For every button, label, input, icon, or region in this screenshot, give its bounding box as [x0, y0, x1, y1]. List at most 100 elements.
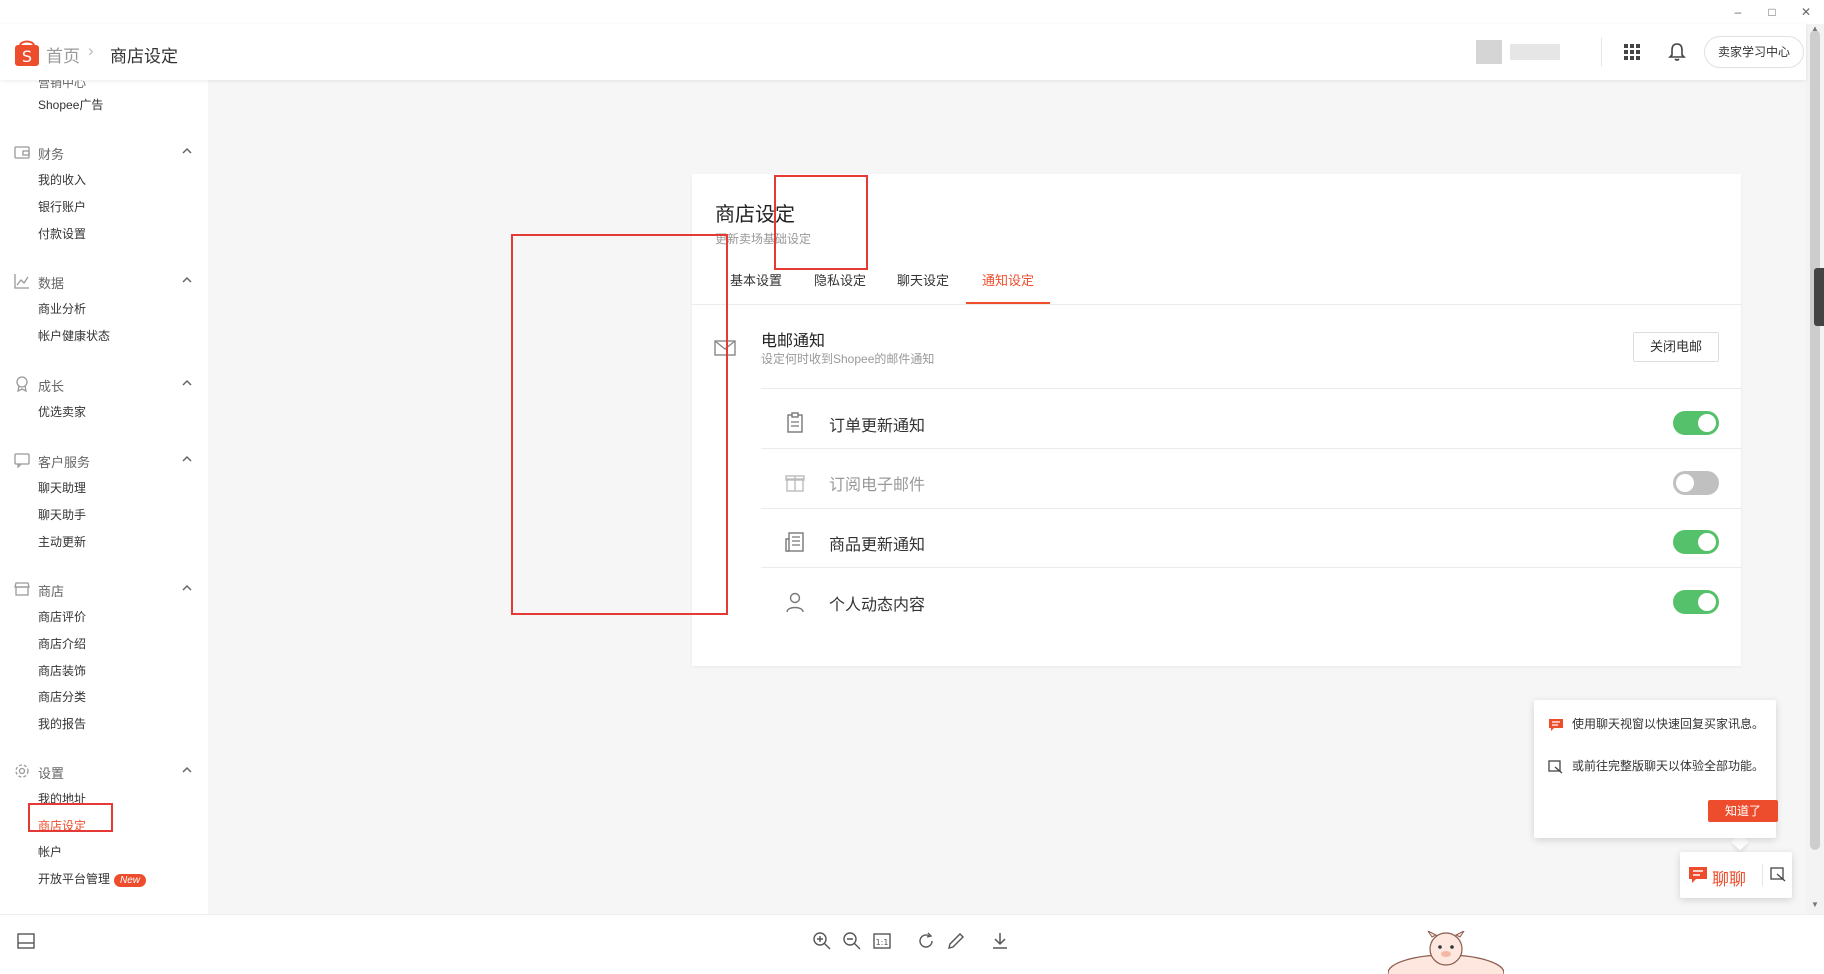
- chat-launcher[interactable]: 聊聊: [1680, 852, 1792, 898]
- subscribe-email-toggle[interactable]: [1673, 471, 1719, 495]
- scroll-down-icon[interactable]: ▼: [1810, 900, 1820, 909]
- top-header: S 首页 › 商店设定 卖家学习中心: [0, 24, 1806, 80]
- tab-chat-settings[interactable]: 聊天设定: [897, 270, 949, 289]
- chevron-up-icon[interactable]: [180, 273, 194, 287]
- personal-feed-toggle[interactable]: [1673, 590, 1719, 614]
- sidebar-section-finance[interactable]: 财务: [14, 142, 194, 162]
- chevron-up-icon[interactable]: [180, 763, 194, 777]
- sidebar-item-business-insights[interactable]: 商业分析: [38, 300, 86, 317]
- page-title: 商店设定: [715, 204, 795, 226]
- email-notification-subtitle: 设定何时收到Shopee的邮件通知: [761, 352, 935, 366]
- order-update-label: 订单更新通知: [829, 418, 926, 435]
- scrollbar-thumb[interactable]: [1810, 30, 1820, 850]
- toggle-knob: [1698, 593, 1716, 611]
- sidebar-item-open-platform[interactable]: 开放平台管理 New: [38, 870, 147, 887]
- panel-toggle-icon[interactable]: [16, 931, 36, 951]
- breadcrumb-home[interactable]: 首页: [46, 42, 80, 67]
- product-update-toggle[interactable]: [1673, 530, 1719, 554]
- tab-notification-settings[interactable]: 通知设定: [982, 270, 1034, 289]
- svg-text:S: S: [22, 47, 32, 66]
- toggle-knob: [1676, 474, 1694, 492]
- mascot-illustration: [1388, 931, 1504, 974]
- sidebar-item-my-address[interactable]: 我的地址: [38, 790, 86, 807]
- download-icon[interactable]: [990, 931, 1010, 951]
- chat-tip-line-1: 使用聊天视窗以快速回复买家讯息。: [1572, 717, 1765, 731]
- sidebar-item-shop-profile[interactable]: 商店介绍: [38, 635, 86, 652]
- chevron-up-icon[interactable]: [180, 144, 194, 158]
- toggle-knob: [1698, 414, 1716, 432]
- sidebar-section-settings[interactable]: 设置: [14, 761, 194, 781]
- shop-icon: [14, 582, 30, 596]
- sidebar-item-preferred-seller[interactable]: 优选卖家: [38, 403, 86, 420]
- chevron-up-icon[interactable]: [180, 376, 194, 390]
- minimize-icon[interactable]: –: [1730, 4, 1746, 20]
- shop-settings-card: 商店设定 更新卖场基础设定 基本设置 隐私设定 聊天设定 通知设定 电邮通知 设…: [692, 174, 1741, 666]
- sidebar-item-shopee-ads[interactable]: Shopee广告: [38, 96, 103, 113]
- maximize-icon[interactable]: □: [1764, 4, 1780, 20]
- sidebar-item-chat-assistant[interactable]: 聊天助理: [38, 479, 86, 496]
- wallet-icon: [14, 146, 30, 159]
- chat-bubble-icon: [1689, 867, 1707, 883]
- sidebar-item-shop-decoration[interactable]: 商店装饰: [38, 662, 86, 679]
- sidebar-section-label: 成长: [38, 379, 65, 394]
- sidebar-item-payment-settings[interactable]: 付款设置: [38, 225, 86, 242]
- sidebar-section-data[interactable]: 数据: [14, 271, 194, 291]
- chat-tip-line-2: 或前往完整版聊天以体验全部功能。: [1572, 759, 1765, 773]
- chat-bar-divider: [1762, 864, 1763, 886]
- user-name-blurred[interactable]: [1510, 44, 1560, 60]
- medal-icon: [16, 376, 28, 392]
- sidebar-item-shop-settings[interactable]: 商店设定: [38, 817, 86, 834]
- scroll-up-icon[interactable]: ▲: [1810, 24, 1820, 33]
- sidebar-item-account-health[interactable]: 帐户健康状态: [38, 327, 110, 344]
- breadcrumb-current: 商店设定: [110, 47, 178, 66]
- avatar[interactable]: [1476, 40, 1502, 64]
- row-divider: [761, 567, 1741, 568]
- zoom-in-icon[interactable]: [812, 931, 832, 951]
- tab-privacy-settings[interactable]: 隐私设定: [814, 270, 866, 289]
- chevron-up-icon[interactable]: [180, 452, 194, 466]
- rotate-icon[interactable]: [916, 931, 936, 951]
- sidebar-item-proactive-updates[interactable]: 主动更新: [38, 533, 86, 550]
- close-email-button[interactable]: 关闭电邮: [1633, 332, 1719, 362]
- zoom-out-icon[interactable]: [842, 931, 862, 951]
- sidebar-item-my-reports[interactable]: 我的报告: [38, 715, 86, 732]
- chevron-up-icon[interactable]: [180, 581, 194, 595]
- row-divider: [761, 448, 1741, 449]
- chat-launcher-label: 聊聊: [1712, 870, 1746, 889]
- sidebar-section-growth[interactable]: 成长: [14, 374, 194, 394]
- close-window-icon[interactable]: ✕: [1798, 4, 1814, 20]
- window-titlebar: – □ ✕: [0, 0, 1824, 24]
- seller-learning-center-button[interactable]: 卖家学习中心: [1704, 36, 1804, 68]
- breadcrumb-separator: ›: [88, 41, 94, 60]
- sidebar-item-account[interactable]: 帐户: [38, 843, 62, 860]
- sidebar: 营销中心 Shopee广告 财务 我的收入 银行账户 付款设置 数据 商业分析 …: [0, 80, 208, 914]
- tabs-divider: [692, 304, 1741, 305]
- mail-icon: [714, 340, 736, 356]
- new-badge: New: [114, 874, 147, 887]
- clipboard-icon: [787, 412, 803, 433]
- sidebar-item-bank-account[interactable]: 银行账户: [38, 198, 86, 215]
- sidebar-item-marketing[interactable]: 营销中心: [38, 80, 86, 91]
- shopee-logo-icon[interactable]: S: [14, 37, 40, 67]
- actual-size-icon[interactable]: 1:1: [872, 931, 892, 951]
- side-panel-handle[interactable]: [1814, 268, 1824, 326]
- tab-basic-settings[interactable]: 基本设置: [730, 270, 782, 289]
- bell-icon[interactable]: [1667, 41, 1687, 63]
- edit-icon[interactable]: [946, 931, 966, 951]
- expand-window-icon: [1548, 760, 1563, 774]
- sidebar-section-customer-service[interactable]: 客户服务: [14, 450, 194, 470]
- sidebar-item-chat-helper[interactable]: 聊天助手: [38, 506, 86, 523]
- sidebar-section-shop[interactable]: 商店: [14, 579, 194, 599]
- got-it-button[interactable]: 知道了: [1708, 800, 1778, 822]
- newspaper-icon: [785, 532, 804, 552]
- page-subtitle: 更新卖场基础设定: [715, 232, 812, 246]
- sidebar-item-shop-categories[interactable]: 商店分类: [38, 688, 86, 705]
- chat-bubble-icon: [1549, 719, 1563, 731]
- sidebar-item-my-income[interactable]: 我的收入: [38, 171, 86, 188]
- expand-window-icon[interactable]: [1770, 866, 1786, 882]
- header-divider: [1601, 38, 1602, 66]
- apps-grid-icon[interactable]: [1622, 42, 1642, 62]
- sidebar-item-shop-rating[interactable]: 商店评价: [38, 608, 86, 625]
- order-update-toggle[interactable]: [1673, 411, 1719, 435]
- gift-icon: [785, 475, 805, 492]
